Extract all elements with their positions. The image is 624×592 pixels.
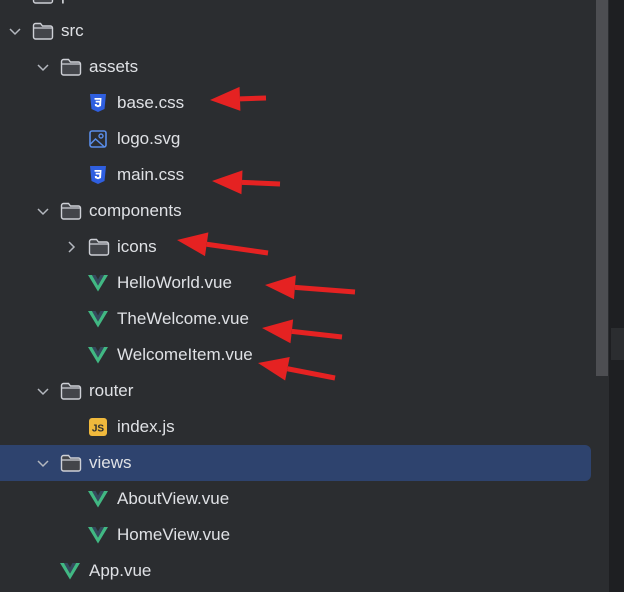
- vue-file-icon: [87, 273, 109, 293]
- tree-folder[interactable]: public: [0, 0, 591, 13]
- folder-icon: [60, 381, 82, 401]
- tree-file[interactable]: main.css: [0, 157, 591, 193]
- tree-folder[interactable]: assets: [0, 49, 591, 85]
- gutter-marker: [611, 328, 624, 360]
- tree-item-label: base.css: [117, 93, 185, 112]
- tree-file[interactable]: TheWelcome.vue: [0, 301, 591, 337]
- tree-folder[interactable]: src: [0, 13, 591, 49]
- tree-item-label: HelloWorld.vue: [117, 273, 232, 292]
- chevron-down-icon[interactable]: [7, 23, 23, 39]
- folder-icon: [60, 57, 82, 77]
- vue-file-icon: [59, 561, 81, 581]
- tree-item-label: router: [89, 381, 134, 400]
- folder-icon: [88, 237, 110, 257]
- chevron-right-icon[interactable]: [63, 239, 79, 255]
- tree-file[interactable]: HomeView.vue: [0, 517, 591, 553]
- tree-folder[interactable]: icons: [0, 229, 591, 265]
- tree-item-label: App.vue: [89, 561, 152, 580]
- scrollbar-thumb[interactable]: [596, 0, 608, 376]
- folder-icon: [32, 21, 54, 41]
- image-file-icon: [87, 129, 109, 149]
- vue-file-icon: [87, 525, 109, 545]
- tree-file[interactable]: JS index.js: [0, 409, 591, 445]
- chevron-down-icon[interactable]: [35, 383, 51, 399]
- js-file-icon: JS: [87, 417, 109, 437]
- tree-item-label: main.css: [117, 165, 185, 184]
- tree-file[interactable]: WelcomeItem.vue: [0, 337, 591, 373]
- chevron-down-icon[interactable]: [35, 59, 51, 75]
- folder-icon: [60, 201, 82, 221]
- css-file-icon: [87, 93, 109, 113]
- vue-file-icon: [87, 309, 109, 329]
- tree-item-label: TheWelcome.vue: [117, 309, 249, 328]
- chevron-down-icon[interactable]: [35, 203, 51, 219]
- tree-file[interactable]: HelloWorld.vue: [0, 265, 591, 301]
- tree-file[interactable]: App.vue: [0, 553, 591, 589]
- tree-folder[interactable]: views: [0, 445, 591, 481]
- tree-item-label: src: [61, 21, 84, 40]
- folder-icon: [32, 0, 54, 5]
- tree-item-label: assets: [89, 57, 139, 76]
- css-file-icon: [87, 165, 109, 185]
- tree-folder[interactable]: router: [0, 373, 591, 409]
- tree-item-label: icons: [117, 237, 157, 256]
- svg-text:JS: JS: [92, 424, 105, 435]
- tree-item-label: views: [89, 453, 132, 472]
- vue-file-icon: [87, 489, 109, 509]
- vue-file-icon: [87, 345, 109, 365]
- tree-item-label: components: [89, 201, 182, 220]
- tree-folder[interactable]: components: [0, 193, 591, 229]
- tree-file[interactable]: AboutView.vue: [0, 481, 591, 517]
- tree-item-label: AboutView.vue: [117, 489, 230, 508]
- tree-item-label: WelcomeItem.vue: [117, 345, 253, 364]
- tree-item-label: public: [61, 0, 105, 5]
- tree-item-label: HomeView.vue: [117, 525, 231, 544]
- tree-file[interactable]: base.css: [0, 85, 591, 121]
- chevron-down-icon[interactable]: [35, 455, 51, 471]
- tree-file[interactable]: logo.svg: [0, 121, 591, 157]
- tree-item-label: logo.svg: [117, 129, 181, 148]
- tree-item-label: index.js: [117, 417, 175, 436]
- side-gutter: [609, 0, 624, 592]
- folder-icon: [60, 453, 82, 473]
